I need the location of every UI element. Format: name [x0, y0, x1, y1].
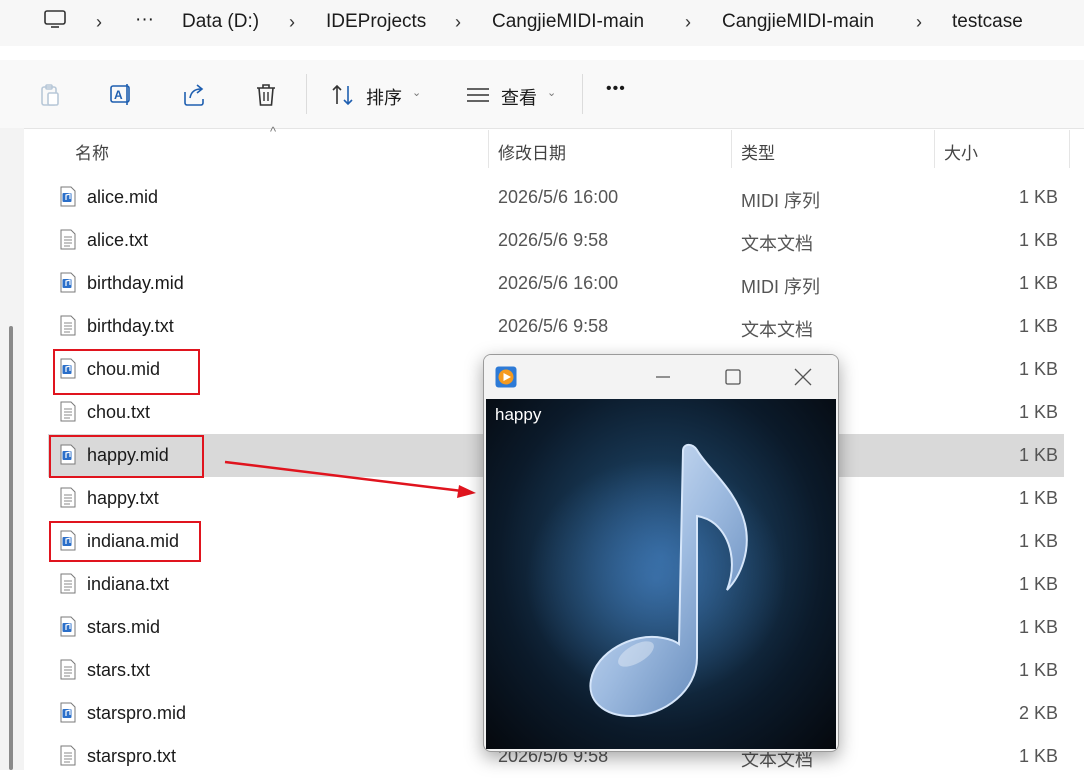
highlight-box-chou-mid	[53, 349, 200, 395]
close-icon[interactable]	[790, 365, 816, 389]
midi-file-icon	[60, 702, 76, 723]
breadcrumb-separator[interactable]: ›	[455, 12, 461, 33]
file-size: 1 KB	[1018, 273, 1058, 293]
file-size: 1 KB	[1018, 660, 1058, 680]
column-header-size[interactable]: 大小	[944, 139, 978, 164]
file-size: 1 KB	[1018, 746, 1058, 766]
file-name[interactable]: happy.txt	[87, 488, 159, 509]
more-options-button[interactable]: •••	[606, 80, 626, 98]
file-name[interactable]: alice.txt	[87, 230, 148, 251]
delete-icon[interactable]	[253, 82, 279, 108]
file-name[interactable]: birthday.mid	[87, 273, 184, 294]
text-file-icon	[60, 573, 76, 594]
text-file-icon	[60, 229, 76, 250]
file-size: 1 KB	[1018, 230, 1058, 250]
paste-icon[interactable]	[37, 82, 63, 108]
text-file-icon	[60, 401, 76, 422]
command-bar: A 排序 ⌄ 查看 ⌄ •••	[0, 60, 1084, 129]
breadcrumb-overflow[interactable]: ···	[135, 9, 154, 31]
text-file-icon	[60, 315, 76, 336]
text-file-icon	[60, 745, 76, 766]
file-row[interactable]: birthday.mid 2026/5/6 16:00 MIDI 序列 1 KB	[48, 262, 1064, 305]
svg-text:A: A	[114, 88, 123, 102]
file-size: 1 KB	[1018, 402, 1058, 422]
file-size: 1 KB	[1018, 488, 1058, 508]
file-name[interactable]: indiana.txt	[87, 574, 169, 595]
file-size: 1 KB	[1018, 316, 1058, 336]
breadcrumb-separator[interactable]: ›	[96, 12, 102, 33]
chevron-down-icon[interactable]: ⌄	[412, 86, 421, 99]
toolbar-divider	[582, 74, 583, 114]
breadcrumb-separator[interactable]: ›	[916, 12, 922, 33]
breadcrumb-item-testcase[interactable]: testcase	[952, 11, 1023, 33]
breadcrumb-item-cangjiemidi[interactable]: CangjieMIDI-main	[492, 11, 644, 33]
column-divider[interactable]	[934, 130, 935, 168]
file-name[interactable]: stars.mid	[87, 617, 160, 638]
file-name[interactable]: birthday.txt	[87, 316, 174, 337]
column-header-row: 名称 修改日期 类型 大小	[0, 130, 1084, 168]
file-size: 1 KB	[1018, 617, 1058, 637]
column-divider[interactable]	[488, 130, 489, 168]
rename-icon[interactable]: A	[108, 82, 134, 108]
file-name[interactable]: starspro.txt	[87, 746, 176, 767]
media-player-window[interactable]: happy	[483, 354, 839, 752]
file-size: 2 KB	[1018, 703, 1058, 723]
file-size: 1 KB	[1018, 445, 1058, 465]
maximize-icon[interactable]	[720, 365, 746, 389]
sort-button[interactable]: 排序	[366, 84, 402, 110]
column-divider[interactable]	[731, 130, 732, 168]
file-size: 1 KB	[1018, 359, 1058, 379]
column-divider[interactable]	[1069, 130, 1070, 168]
media-player-app-icon	[495, 366, 517, 388]
midi-file-icon	[60, 186, 76, 207]
computer-icon[interactable]	[44, 10, 66, 28]
column-header-type[interactable]: 类型	[741, 139, 775, 164]
breadcrumb-separator[interactable]: ›	[289, 12, 295, 33]
file-name[interactable]: alice.mid	[87, 187, 158, 208]
file-row[interactable]: birthday.txt 2026/5/6 9:58 文本文档 1 KB	[48, 305, 1064, 348]
toolbar-divider	[306, 74, 307, 114]
view-icon[interactable]	[465, 82, 491, 108]
file-modified-date: 2026/5/6 9:58	[498, 230, 609, 250]
file-modified-date: 2026/5/6 9:58	[498, 316, 609, 336]
navigation-scrollbar[interactable]	[9, 326, 13, 770]
file-type: MIDI 序列	[741, 277, 820, 297]
file-type: 文本文档	[741, 320, 813, 340]
file-name[interactable]: stars.txt	[87, 660, 150, 681]
text-file-icon	[60, 487, 76, 508]
breadcrumb: › ··· Data (D:) › IDEProjects › CangjieM…	[0, 0, 1084, 46]
music-note-icon	[526, 443, 786, 718]
text-file-icon	[60, 659, 76, 680]
file-type: MIDI 序列	[741, 191, 820, 211]
breadcrumb-item-ideprojects[interactable]: IDEProjects	[326, 11, 426, 33]
breadcrumb-separator[interactable]: ›	[685, 12, 691, 33]
share-icon[interactable]	[181, 82, 207, 108]
file-size: 1 KB	[1018, 187, 1058, 207]
sort-icon[interactable]	[330, 82, 356, 108]
file-modified-date: 2026/5/6 16:00	[498, 273, 619, 293]
breadcrumb-item-drive[interactable]: Data (D:)	[182, 11, 259, 33]
midi-file-icon	[60, 272, 76, 293]
view-button[interactable]: 查看	[501, 84, 537, 110]
file-name[interactable]: starspro.mid	[87, 703, 186, 724]
column-header-name[interactable]: 名称	[75, 139, 109, 164]
file-name[interactable]: chou.txt	[87, 402, 150, 423]
column-header-modified[interactable]: 修改日期	[498, 139, 566, 164]
chevron-down-icon[interactable]: ⌄	[547, 86, 556, 99]
player-titlebar[interactable]	[484, 355, 838, 399]
midi-file-icon	[60, 616, 76, 637]
file-modified-date: 2026/5/6 16:00	[498, 187, 619, 207]
file-size: 1 KB	[1018, 574, 1058, 594]
file-type: 文本文档	[741, 234, 813, 254]
file-row[interactable]: alice.txt 2026/5/6 9:58 文本文档 1 KB	[48, 219, 1064, 262]
file-size: 1 KB	[1018, 531, 1058, 551]
highlight-box-happy-mid	[49, 435, 204, 478]
player-visualization[interactable]: happy	[486, 399, 836, 749]
highlight-box-indiana-mid	[49, 521, 201, 562]
minimize-icon[interactable]	[650, 365, 676, 389]
breadcrumb-item-cangjiemidi-inner[interactable]: CangjieMIDI-main	[722, 11, 874, 33]
file-row[interactable]: alice.mid 2026/5/6 16:00 MIDI 序列 1 KB	[48, 176, 1064, 219]
